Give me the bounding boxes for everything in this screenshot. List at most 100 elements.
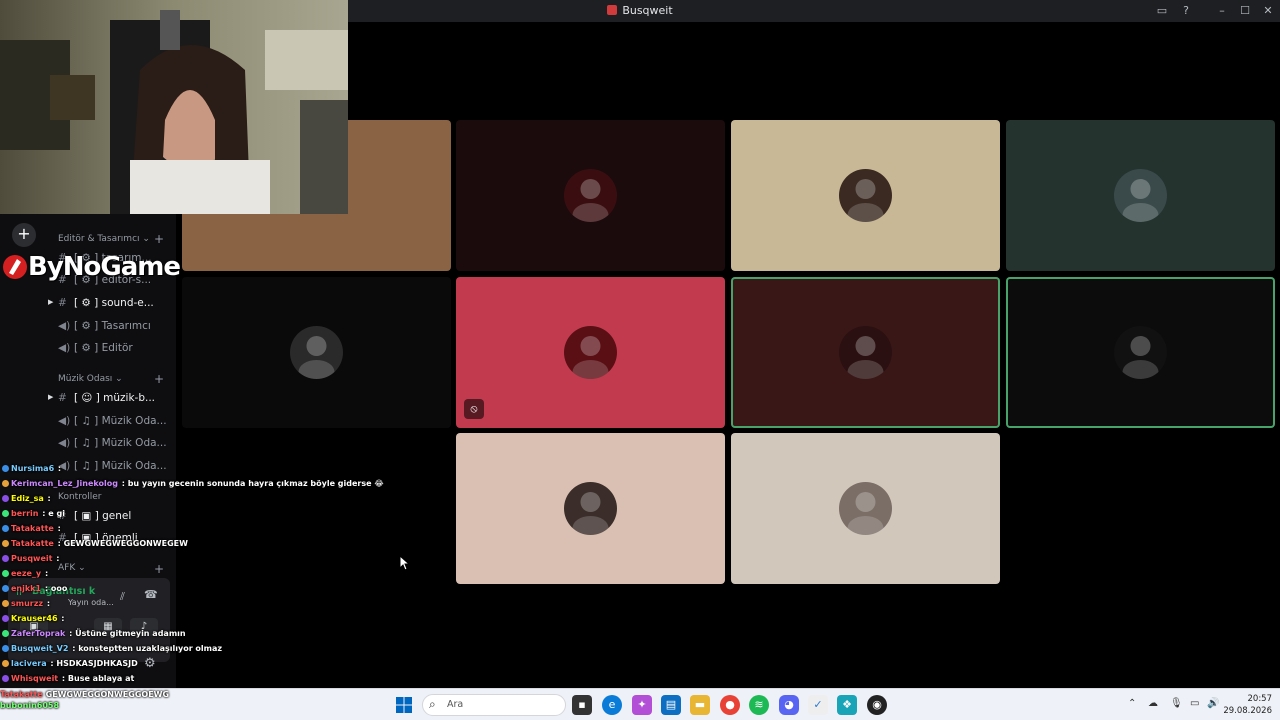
- category-muzik[interactable]: Müzik Odası ⌄: [58, 374, 123, 384]
- chat-text: : Buse ablaya at: [59, 674, 135, 683]
- check-app-icon[interactable]: ✓: [808, 695, 828, 715]
- app-logo-icon: [607, 5, 618, 15]
- clock-date: 29.08.2026: [1223, 706, 1272, 716]
- chat-username: bubonin6058: [0, 701, 60, 710]
- speaker-icon: ◀): [58, 437, 71, 449]
- webcam-image: [0, 0, 348, 214]
- chat-message: eeze_y :: [2, 569, 352, 584]
- task-view-icon[interactable]: ▪: [572, 695, 592, 715]
- participant-tile[interactable]: [182, 277, 451, 428]
- participant-tile[interactable]: [456, 120, 725, 271]
- voice-channel-muzik-1[interactable]: ◀)[ ♫ ] Müzik Oda...: [58, 415, 167, 433]
- screen: Busqweit ▭ ? – ☐ ✕ ⦸ + Editör & Tasarımc…: [0, 0, 1280, 720]
- help-icon[interactable]: ?: [1178, 3, 1194, 19]
- chat-text: :: [54, 524, 61, 533]
- bynogame-mark-icon: [3, 255, 27, 279]
- channel-label: [ ⚙ ] sound-e...: [74, 297, 154, 309]
- chat-username: Nursima6: [11, 464, 55, 473]
- chat-username: berrin: [11, 509, 39, 518]
- window-title-text: Busqweit: [622, 4, 673, 17]
- tray-overflow-icon[interactable]: ⌃: [1128, 698, 1136, 709]
- chrome-icon[interactable]: ●: [720, 695, 740, 715]
- chat-message: Tatakatte :: [2, 524, 352, 539]
- participant-avatar: [564, 482, 617, 535]
- chat-username: Whisqweit: [11, 674, 59, 683]
- participant-avatar: [564, 326, 617, 379]
- voice-channel-tasarimci[interactable]: ◀)[ ⚙ ] Tasarımcı: [58, 320, 151, 338]
- file-explorer-icon[interactable]: ▬: [690, 695, 710, 715]
- cloud-icon[interactable]: ☁: [1148, 698, 1158, 709]
- muted-icon: ⦸: [464, 399, 484, 419]
- spotify-icon[interactable]: ≋: [749, 695, 769, 715]
- participant-tile[interactable]: [731, 120, 1000, 271]
- windows-taskbar: ⌕ Ara ▪ e ✦ ▤ ▬ ● ≋ ◕ ✓ ❖ ◉ ⌃ ☁ 🎙 ▭ 🔊 20…: [0, 688, 1280, 720]
- participant-tile[interactable]: [1006, 277, 1275, 428]
- caret-icon: ▶: [48, 393, 54, 401]
- participant-tile[interactable]: ⦸: [456, 277, 725, 428]
- voice-channel-muzik-2[interactable]: ◀)[ ♫ ] Müzik Oda...: [58, 437, 167, 455]
- chat-username: Pusqweit: [11, 554, 53, 563]
- windows-start-icon[interactable]: [396, 697, 412, 713]
- channel-muzik-b[interactable]: ▶ # [ ☺ ] müzik-b...: [48, 392, 155, 410]
- chat-text: :: [44, 494, 51, 503]
- add-channel-icon[interactable]: +: [154, 372, 164, 386]
- taskbar-search[interactable]: ⌕ Ara: [422, 694, 566, 716]
- add-server-button[interactable]: +: [12, 223, 36, 247]
- voice-channel-editor[interactable]: ◀)[ ⚙ ] Editör: [58, 342, 133, 360]
- chat-badge-icon: [2, 480, 9, 487]
- chat-text: : Üstüne gitmeyin adamın: [66, 629, 186, 638]
- participant-tile[interactable]: [731, 277, 1000, 428]
- chat-badge-icon: [2, 495, 9, 502]
- add-channel-icon[interactable]: +: [154, 232, 164, 246]
- minimize-button[interactable]: –: [1214, 3, 1230, 19]
- speaker-icon: ◀): [58, 415, 71, 427]
- obs-icon[interactable]: ◉: [867, 695, 887, 715]
- chat-message: Pusqweit :: [2, 554, 352, 569]
- chat-username: Kerimcan_Lez_Jinekolog: [11, 479, 118, 488]
- participant-tile[interactable]: [1006, 120, 1275, 271]
- taskbar-clock[interactable]: 20:57 29.08.2026: [1212, 693, 1272, 717]
- chat-text: :: [44, 599, 51, 608]
- chat-bar-overlay: Tatakatte GEWGWEGGONWEGGOEWG bubonin6058: [0, 688, 190, 720]
- chat-username: Tatakatte: [11, 524, 54, 533]
- chat-message: Busqweit_V2 : konsteptten uzaklaşılıyor …: [2, 644, 352, 659]
- maximize-button[interactable]: ☐: [1237, 3, 1253, 19]
- chat-text: :: [42, 569, 49, 578]
- search-placeholder: Ara: [447, 699, 464, 710]
- chat-username: Tatakatte: [0, 690, 43, 699]
- chat-text: :: [58, 614, 65, 623]
- chat-badge-icon: [2, 660, 9, 667]
- network-icon[interactable]: ▭: [1190, 698, 1199, 709]
- discord-icon[interactable]: ◕: [779, 695, 799, 715]
- chat-message: Kerimcan_Lez_Jinekolog : bu yayın geceni…: [2, 479, 384, 494]
- chat-username: Busqweit_V2: [11, 644, 69, 653]
- chat-username: enjkk1: [11, 584, 42, 593]
- chat-message: berrin : e gi: [2, 509, 352, 524]
- network-app-icon[interactable]: ❖: [837, 695, 857, 715]
- search-icon: ⌕: [429, 697, 436, 711]
- edge-icon[interactable]: e: [602, 695, 622, 715]
- chat-username: smurzz: [11, 599, 44, 608]
- participant-avatar: [839, 169, 892, 222]
- participant-avatar: [839, 326, 892, 379]
- channel-sound-e[interactable]: ▶ # [ ⚙ ] sound-e...: [48, 297, 154, 315]
- participant-avatar: [839, 482, 892, 535]
- chat-badge-icon: [2, 675, 9, 682]
- speaker-icon: ◀): [58, 320, 71, 332]
- participant-tile[interactable]: [456, 433, 725, 584]
- copilot-icon[interactable]: ✦: [632, 695, 652, 715]
- chat-badge-icon: [2, 540, 9, 547]
- close-button[interactable]: ✕: [1260, 3, 1276, 19]
- chat-badge-icon: [2, 645, 9, 652]
- microphone-icon[interactable]: 🎙: [1170, 698, 1183, 709]
- inbox-icon[interactable]: ▭: [1154, 3, 1170, 19]
- category-editor[interactable]: Editör & Tasarımcı ⌄: [58, 234, 150, 244]
- channel-label: [ ⚙ ] Tasarımcı: [74, 320, 151, 332]
- chat-text: : konsteptten uzaklaşılıyor olmaz: [69, 644, 223, 653]
- participant-tile[interactable]: [731, 433, 1000, 584]
- chat-message: Whisqweit : Buse ablaya at: [2, 674, 352, 689]
- chat-message: Ediz_sa :: [2, 494, 352, 509]
- store-icon[interactable]: ▤: [661, 695, 681, 715]
- chat-text: : HSDKASJDHKASJD: [47, 659, 138, 668]
- chat-badge-icon: [2, 600, 9, 607]
